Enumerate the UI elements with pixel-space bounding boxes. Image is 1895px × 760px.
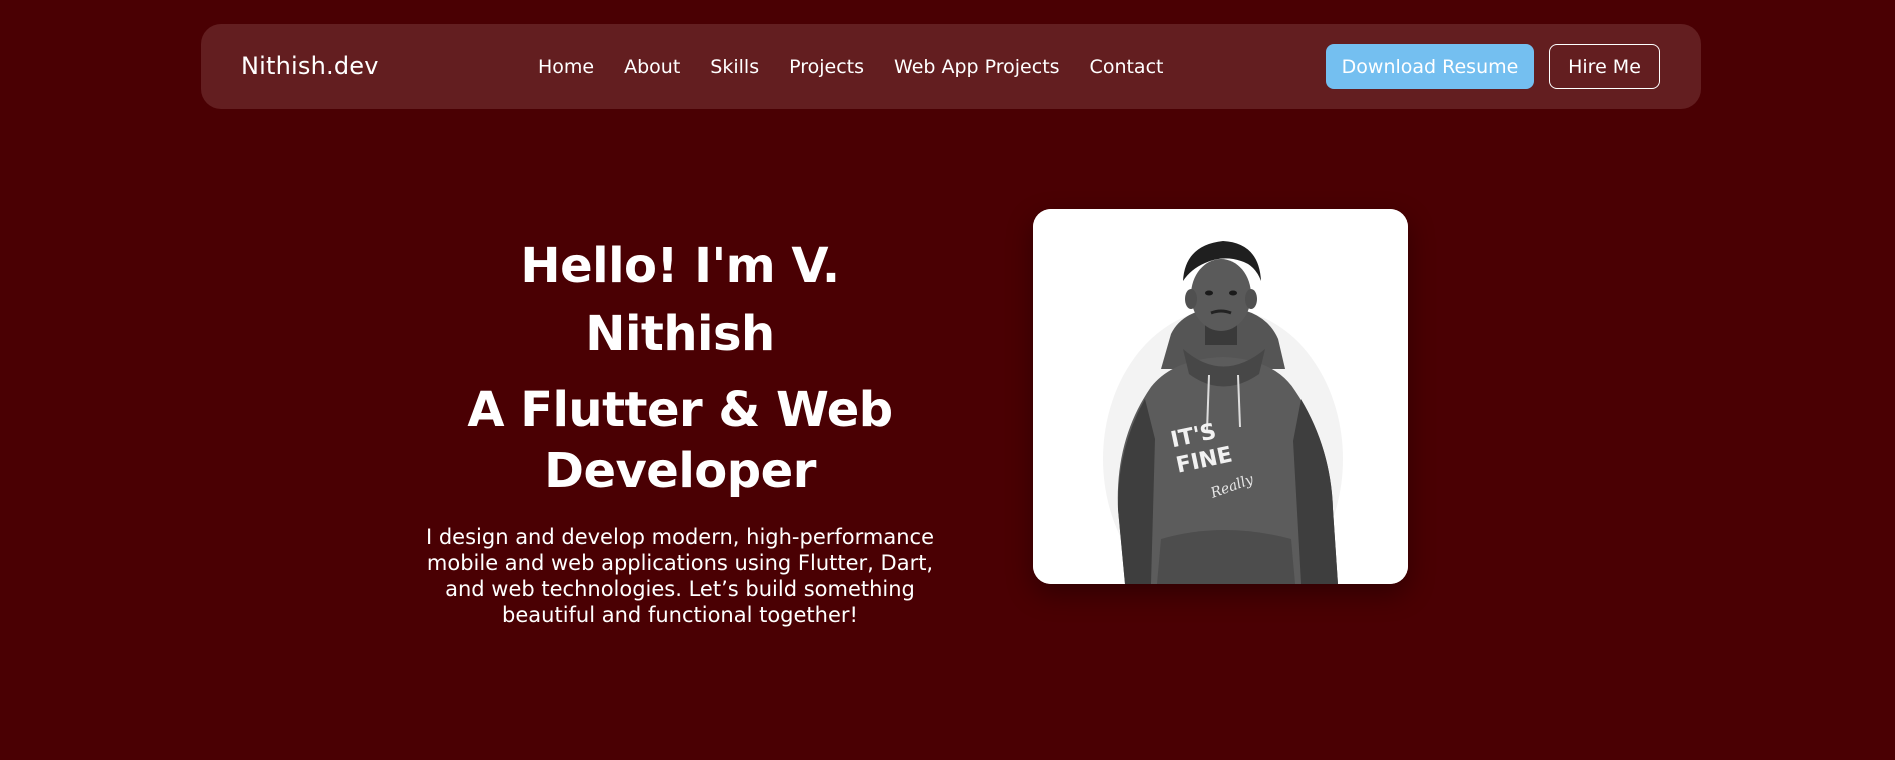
hero-text: Hello! I'm V. Nithish A Flutter & Web De… xyxy=(420,232,940,628)
profile-photo-illustration: IT'S FINE Really xyxy=(1033,209,1408,584)
nav-link-projects[interactable]: Projects xyxy=(789,56,864,78)
nav-link-contact[interactable]: Contact xyxy=(1090,56,1164,78)
profile-photo: IT'S FINE Really xyxy=(1033,209,1408,584)
hero-role: A Flutter & Web Developer xyxy=(467,382,893,499)
nav-links: Home About Skills Projects Web App Proje… xyxy=(538,24,1163,109)
nav-link-web-app-projects[interactable]: Web App Projects xyxy=(894,56,1060,78)
nav-link-about[interactable]: About xyxy=(624,56,680,78)
nav-link-skills[interactable]: Skills xyxy=(710,56,759,78)
hire-me-button[interactable]: Hire Me xyxy=(1549,44,1660,89)
navbar: Nithish.dev Home About Skills Projects W… xyxy=(201,24,1701,109)
download-resume-button[interactable]: Download Resume xyxy=(1326,44,1534,89)
hero-description: I design and develop modern, high-perfor… xyxy=(425,525,934,627)
hero-greeting: Hello! I'm V. Nithish xyxy=(520,238,840,362)
nav-link-home[interactable]: Home xyxy=(538,56,594,78)
brand-logo[interactable]: Nithish.dev xyxy=(241,24,379,109)
